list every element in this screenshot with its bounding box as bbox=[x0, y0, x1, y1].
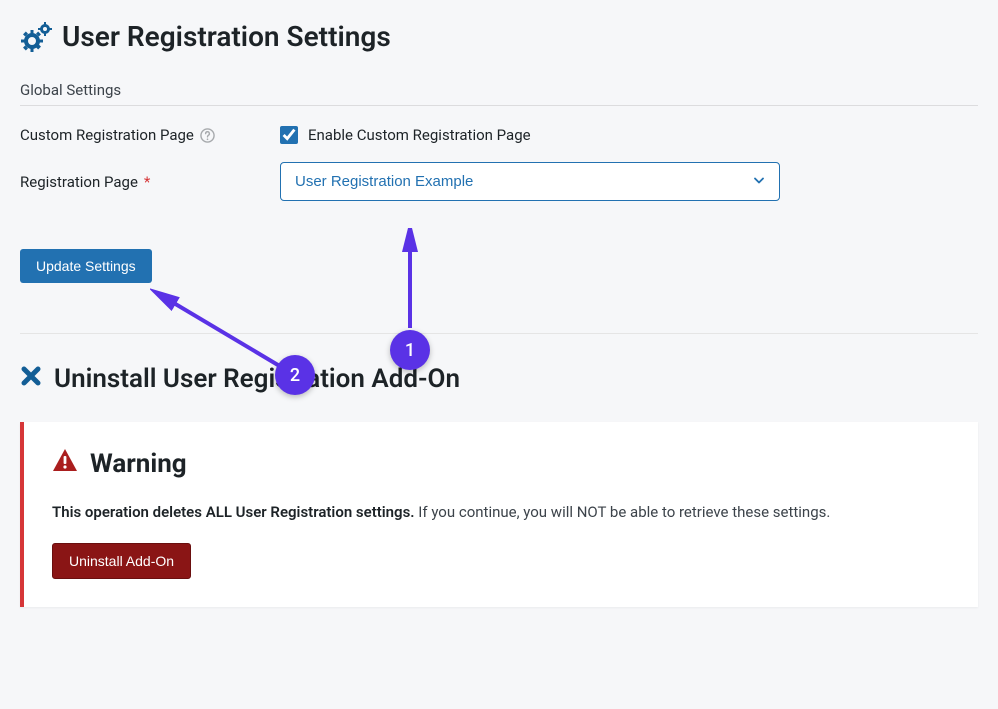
section-divider bbox=[20, 333, 978, 334]
registration-page-select-wrap: User Registration Example bbox=[280, 162, 780, 201]
registration-page-select[interactable]: User Registration Example bbox=[280, 162, 780, 201]
warning-heading: Warning bbox=[52, 448, 950, 479]
warning-heading-text: Warning bbox=[90, 449, 187, 479]
warning-text-rest: If you continue, you will NOT be able to… bbox=[415, 503, 831, 521]
required-asterisk: * bbox=[144, 173, 150, 191]
global-settings-heading: Global Settings bbox=[20, 81, 978, 106]
page-title: User Registration Settings bbox=[20, 20, 978, 53]
gears-icon bbox=[20, 22, 52, 52]
custom-registration-row: Custom Registration Page Enable Custom R… bbox=[20, 126, 978, 144]
warning-text: This operation deletes ALL User Registra… bbox=[52, 503, 950, 521]
enable-custom-registration-checkbox-wrap[interactable]: Enable Custom Registration Page bbox=[280, 126, 531, 144]
annotation-arrow-1 bbox=[398, 228, 422, 336]
uninstall-button[interactable]: Uninstall Add-On bbox=[52, 543, 191, 579]
registration-page-label-text: Registration Page bbox=[20, 173, 138, 191]
registration-page-row: Registration Page * User Registration Ex… bbox=[20, 162, 978, 201]
custom-registration-label-text: Custom Registration Page bbox=[20, 126, 194, 144]
page-title-text: User Registration Settings bbox=[62, 20, 391, 53]
warning-text-bold: This operation deletes ALL User Registra… bbox=[52, 503, 415, 521]
annotation-marker-1: 1 bbox=[390, 330, 430, 370]
help-icon[interactable] bbox=[200, 127, 216, 143]
uninstall-title: Uninstall User Registration Add-On bbox=[20, 364, 978, 394]
close-icon bbox=[20, 364, 42, 394]
uninstall-title-text: Uninstall User Registration Add-On bbox=[54, 364, 460, 394]
registration-page-label: Registration Page * bbox=[20, 173, 280, 191]
enable-custom-registration-checkbox[interactable] bbox=[280, 126, 298, 144]
update-settings-button[interactable]: Update Settings bbox=[20, 249, 152, 283]
enable-custom-registration-checkbox-label: Enable Custom Registration Page bbox=[308, 126, 531, 144]
annotation-marker-2: 2 bbox=[275, 355, 315, 395]
warning-triangle-icon bbox=[52, 448, 78, 479]
warning-box: Warning This operation deletes ALL User … bbox=[20, 422, 978, 607]
custom-registration-label: Custom Registration Page bbox=[20, 126, 280, 144]
